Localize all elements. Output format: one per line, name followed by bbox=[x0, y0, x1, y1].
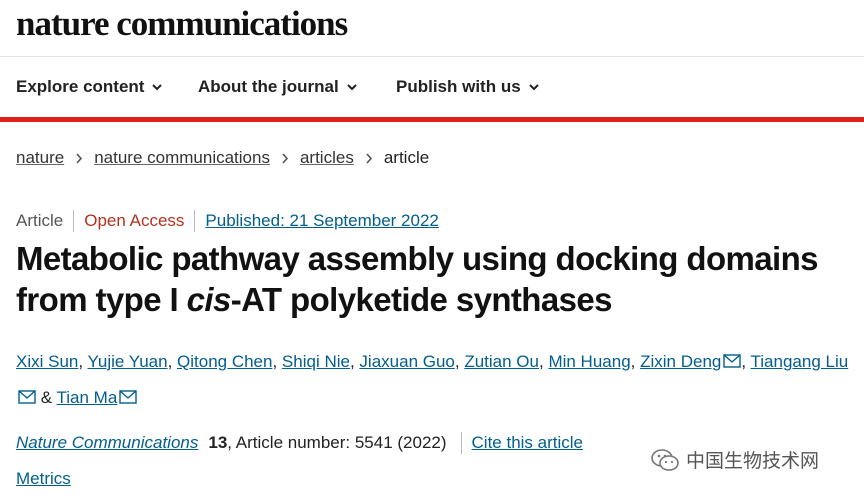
wechat-icon bbox=[651, 448, 679, 471]
divider bbox=[194, 210, 196, 232]
published-date-link[interactable]: Published: 21 September 2022 bbox=[205, 211, 438, 231]
main-nav: Explore content About the journal Publis… bbox=[0, 57, 864, 117]
author-link[interactable]: Qitong Chen bbox=[177, 352, 272, 371]
nav-explore-content[interactable]: Explore content bbox=[16, 77, 163, 97]
nav-publish-with-us[interactable]: Publish with us bbox=[396, 77, 539, 97]
nav-label: About the journal bbox=[198, 77, 339, 96]
article-meta: Article Open Access Published: 21 Septem… bbox=[16, 210, 439, 232]
title-line-2-post: -AT polyketide synthases bbox=[230, 281, 613, 318]
metrics-link[interactable]: Metrics bbox=[16, 469, 71, 489]
breadcrumb-nature-communications[interactable]: nature communications bbox=[94, 148, 270, 168]
mail-icon[interactable] bbox=[723, 354, 742, 368]
article-title: Metabolic pathway assembly using docking… bbox=[16, 238, 856, 320]
accent-bar bbox=[0, 117, 864, 122]
title-line-1: Metabolic pathway assembly using docking… bbox=[16, 240, 818, 277]
author-and: & bbox=[40, 388, 53, 407]
journal-logo[interactable]: nature communications bbox=[16, 4, 348, 44]
open-access-badge: Open Access bbox=[84, 211, 185, 230]
chevron-right-icon bbox=[270, 152, 300, 164]
article-number: , Article number: 5541 (2022) bbox=[227, 433, 447, 452]
chevron-down-icon bbox=[152, 84, 163, 91]
author-separator: , bbox=[454, 352, 465, 371]
author-separator: , bbox=[741, 352, 751, 371]
author-link[interactable]: Tiangang Liu bbox=[751, 352, 849, 371]
volume: 13 bbox=[208, 433, 228, 452]
masthead: nature communications bbox=[0, 0, 864, 57]
author-link[interactable]: Jiaxuan Guo bbox=[359, 352, 454, 371]
article-type: Article bbox=[16, 211, 64, 230]
article-page: nature communications Explore content Ab… bbox=[0, 0, 864, 498]
divider bbox=[73, 210, 75, 232]
chevron-down-icon bbox=[528, 84, 539, 91]
chevron-down-icon bbox=[347, 84, 357, 91]
chevron-right-icon bbox=[64, 152, 94, 164]
breadcrumb-current: article bbox=[383, 148, 430, 167]
author-separator: , bbox=[630, 352, 641, 371]
citation-line: Nature Communications 13 , Article numbe… bbox=[16, 432, 583, 454]
nav-about-journal[interactable]: About the journal bbox=[198, 77, 357, 97]
author-separator: , bbox=[167, 352, 178, 371]
author-link[interactable]: Shiqi Nie bbox=[282, 352, 350, 371]
author-link[interactable]: Zutian Ou bbox=[464, 352, 539, 371]
watermark-text: 中国生物技术网 bbox=[686, 450, 820, 472]
watermark: 中国生物技术网 bbox=[650, 446, 819, 473]
mail-icon[interactable] bbox=[18, 390, 36, 404]
author-separator: , bbox=[349, 352, 360, 371]
breadcrumb: nature nature communications articles ar… bbox=[16, 148, 429, 168]
nav-label: Publish with us bbox=[396, 77, 521, 96]
author-link[interactable]: Yujie Yuan bbox=[88, 352, 168, 371]
divider bbox=[460, 432, 462, 454]
nav-label: Explore content bbox=[16, 77, 145, 96]
author-link[interactable]: Xixi Sun bbox=[16, 352, 78, 371]
mail-icon[interactable] bbox=[119, 390, 137, 404]
journal-link[interactable]: Nature Communications bbox=[16, 433, 198, 453]
title-italic: cis bbox=[186, 281, 232, 318]
author-link[interactable]: Tian Ma bbox=[57, 388, 118, 407]
author-separator: , bbox=[272, 352, 282, 371]
author-link[interactable]: Zixin Deng bbox=[640, 352, 721, 371]
author-separator: , bbox=[78, 352, 88, 371]
breadcrumb-nature[interactable]: nature bbox=[16, 148, 64, 168]
author-link[interactable]: Min Huang bbox=[548, 352, 630, 371]
cite-this-article-link[interactable]: Cite this article bbox=[472, 433, 583, 453]
title-line-2-pre: from type I bbox=[16, 281, 187, 318]
chevron-right-icon bbox=[354, 152, 384, 164]
author-list: Xixi Sun, Yujie Yuan, Qitong Chen, Shiqi… bbox=[16, 344, 856, 416]
breadcrumb-articles[interactable]: articles bbox=[300, 148, 354, 168]
